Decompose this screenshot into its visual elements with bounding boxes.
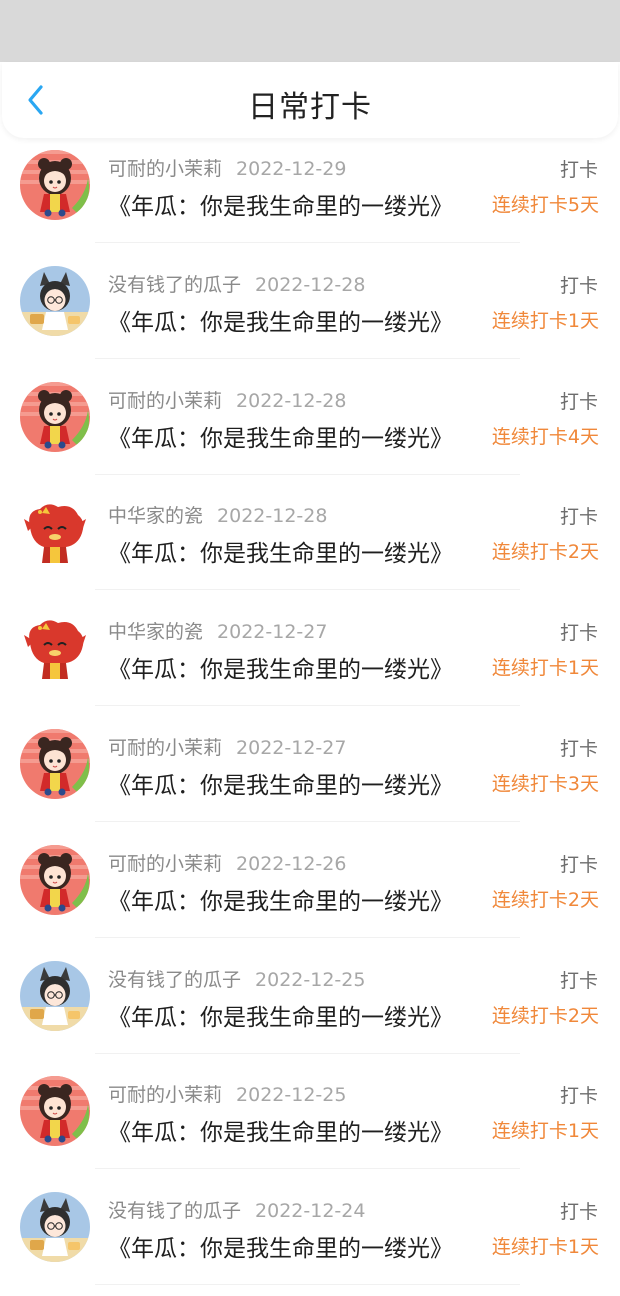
checkin-action-label: 打卡 — [559, 969, 598, 992]
book-title[interactable]: 《年瓜：你是我生命里的一缕光》 — [108, 303, 453, 337]
user-name[interactable]: 没有钱了的瓜子 — [108, 1200, 241, 1222]
streak-label: 连续打卡2天 — [491, 1004, 599, 1027]
checkin-item[interactable]: 没有钱了的瓜子 2022-12-24 《年瓜：你是我生命里的一缕光》 打卡 连续打… — [0, 1180, 620, 1296]
page-title: 日常打卡 — [248, 90, 372, 125]
checkin-date: 2022-12-27 — [217, 621, 328, 644]
user-name[interactable]: 没有钱了的瓜子 — [108, 274, 241, 296]
checkin-meta: 没有钱了的瓜子 2022-12-24 — [108, 1196, 365, 1223]
checkin-meta: 可耐的小茉莉 2022-12-27 — [108, 733, 346, 760]
checkin-action-label: 打卡 — [559, 853, 598, 876]
book-title[interactable]: 《年瓜：你是我生命里的一缕光》 — [108, 187, 453, 221]
user-name[interactable]: 可耐的小茉莉 — [108, 158, 222, 180]
checkin-date: 2022-12-28 — [255, 273, 366, 296]
checkin-date: 2022-12-28 — [236, 389, 347, 412]
divider — [95, 1168, 520, 1170]
checkin-meta: 中华家的瓷 2022-12-28 — [108, 501, 327, 528]
streak-label: 连续打卡2天 — [491, 541, 599, 564]
streak-label: 连续打卡3天 — [491, 772, 599, 795]
checkin-action-label: 打卡 — [559, 737, 598, 760]
checkin-meta: 没有钱了的瓜子 2022-12-25 — [108, 965, 365, 992]
checkin-meta: 中华家的瓷 2022-12-27 — [108, 617, 327, 644]
streak-label: 连续打卡2天 — [491, 888, 599, 911]
book-title[interactable]: 《年瓜：你是我生命里的一缕光》 — [108, 419, 453, 453]
checkin-item[interactable]: 没有钱了的瓜子 2022-12-28 《年瓜：你是我生命里的一缕光》 打卡 连续打… — [0, 254, 620, 370]
checkin-item[interactable]: 可耐的小茉莉 2022-12-25 《年瓜：你是我生命里的一缕光》 打卡 连续打卡… — [0, 1064, 620, 1180]
user-name[interactable]: 没有钱了的瓜子 — [108, 969, 241, 991]
user-name[interactable]: 可耐的小茉莉 — [108, 737, 222, 759]
checkin-action-label: 打卡 — [559, 159, 598, 181]
user-name[interactable]: 可耐的小茉莉 — [108, 853, 222, 875]
user-name[interactable]: 可耐的小茉莉 — [108, 1084, 222, 1106]
dragon-avatar[interactable] — [20, 497, 90, 568]
girl-avatar[interactable] — [20, 150, 90, 220]
status-bar — [0, 0, 620, 62]
checkin-item[interactable]: 可耐的小茉莉 2022-12-26 《年瓜：你是我生命里的一缕光》 打卡 连续打卡… — [0, 833, 620, 949]
book-title[interactable]: 《年瓜：你是我生命里的一缕光》 — [108, 1229, 453, 1263]
checkin-meta: 可耐的小茉莉 2022-12-28 — [108, 386, 346, 413]
checkin-date: 2022-12-29 — [236, 158, 347, 180]
checkin-action-label: 打卡 — [559, 390, 598, 413]
streak-label: 连续打卡1天 — [491, 1236, 599, 1259]
checkin-item[interactable]: 中华家的瓷 2022-12-28 《年瓜：你是我生命里的一缕光》 打卡 连续打卡2… — [0, 485, 620, 601]
checkin-meta: 没有钱了的瓜子 2022-12-28 — [108, 270, 365, 297]
checkin-list: 可耐的小茉莉 2022-12-29 《年瓜：你是我生命里的一缕光》 打卡 连续打卡… — [0, 138, 620, 1296]
divider — [95, 242, 520, 243]
app-header: 日常打卡 — [2, 62, 618, 138]
divider — [95, 357, 520, 359]
user-name[interactable]: 可耐的小茉莉 — [108, 390, 222, 412]
cat-boy-avatar[interactable] — [20, 1192, 90, 1263]
book-title[interactable]: 《年瓜：你是我生命里的一缕光》 — [108, 1113, 453, 1147]
cat-boy-avatar[interactable] — [20, 960, 90, 1031]
checkin-meta: 可耐的小茉莉 2022-12-25 — [108, 1080, 346, 1107]
girl-avatar[interactable] — [20, 728, 90, 799]
girl-avatar[interactable] — [20, 844, 90, 915]
cat-boy-avatar[interactable] — [20, 265, 90, 336]
streak-label: 连续打卡1天 — [491, 309, 599, 332]
streak-label: 连续打卡5天 — [491, 194, 599, 216]
divider — [95, 820, 520, 822]
checkin-date: 2022-12-27 — [236, 736, 347, 759]
book-title[interactable]: 《年瓜：你是我生命里的一缕光》 — [108, 534, 453, 568]
checkin-date: 2022-12-24 — [255, 1200, 366, 1223]
checkin-item[interactable]: 中华家的瓷 2022-12-27 《年瓜：你是我生命里的一缕光》 打卡 连续打卡1… — [0, 601, 620, 717]
checkin-action-label: 打卡 — [559, 622, 598, 645]
book-title[interactable]: 《年瓜：你是我生命里的一缕光》 — [108, 766, 453, 800]
user-name[interactable]: 中华家的瓷 — [108, 505, 203, 527]
girl-avatar[interactable] — [20, 381, 90, 452]
checkin-action-label: 打卡 — [559, 274, 598, 297]
checkin-date: 2022-12-25 — [236, 1084, 347, 1107]
checkin-item[interactable]: 可耐的小茉莉 2022-12-27 《年瓜：你是我生命里的一缕光》 打卡 连续打卡… — [0, 717, 620, 833]
book-title[interactable]: 《年瓜：你是我生命里的一缕光》 — [108, 882, 453, 916]
streak-label: 连续打卡1天 — [491, 1120, 599, 1143]
book-title[interactable]: 《年瓜：你是我生命里的一缕光》 — [108, 998, 453, 1032]
book-title[interactable]: 《年瓜：你是我生命里的一缕光》 — [108, 650, 453, 684]
user-name[interactable]: 中华家的瓷 — [108, 621, 203, 643]
checkin-action-label: 打卡 — [559, 1201, 598, 1224]
divider — [95, 1052, 520, 1054]
checkin-date: 2022-12-26 — [236, 852, 347, 875]
divider — [95, 1284, 520, 1286]
checkin-item[interactable]: 可耐的小茉莉 2022-12-29 《年瓜：你是我生命里的一缕光》 打卡 连续打卡… — [0, 138, 620, 254]
girl-avatar[interactable] — [20, 1076, 90, 1147]
checkin-item[interactable]: 可耐的小茉莉 2022-12-28 《年瓜：你是我生命里的一缕光》 打卡 连续打卡… — [0, 370, 620, 486]
divider — [95, 705, 520, 707]
checkin-item[interactable]: 没有钱了的瓜子 2022-12-25 《年瓜：你是我生命里的一缕光》 打卡 连续打… — [0, 949, 620, 1065]
dragon-avatar[interactable] — [20, 613, 90, 684]
checkin-date: 2022-12-25 — [255, 968, 366, 991]
streak-label: 连续打卡1天 — [491, 657, 599, 680]
checkin-meta: 可耐的小茉莉 2022-12-29 — [108, 154, 346, 181]
divider — [95, 936, 520, 938]
checkin-action-label: 打卡 — [559, 506, 598, 529]
checkin-action-label: 打卡 — [559, 1085, 598, 1108]
divider — [95, 589, 520, 591]
streak-label: 连续打卡4天 — [491, 425, 599, 448]
checkin-meta: 可耐的小茉莉 2022-12-26 — [108, 849, 346, 876]
checkin-date: 2022-12-28 — [217, 505, 328, 528]
divider — [95, 473, 520, 475]
